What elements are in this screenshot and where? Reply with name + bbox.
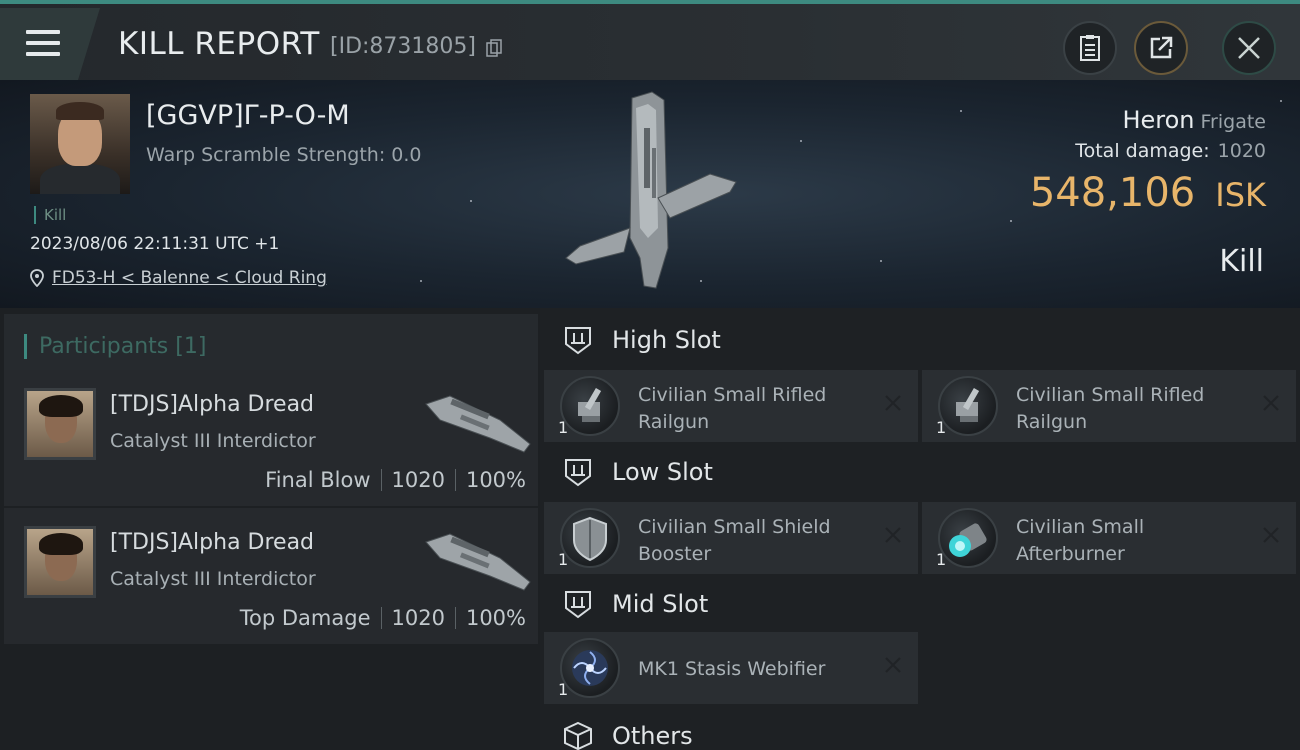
total-damage-value: 1020 bbox=[1217, 140, 1266, 162]
isk-unit: ISK bbox=[1215, 176, 1266, 214]
module-item[interactable]: 1 MK1 Stasis Webifier bbox=[544, 632, 918, 704]
participant-name[interactable]: [TDJS]Alpha Dread bbox=[110, 530, 314, 555]
others-header: Others bbox=[544, 706, 1300, 750]
slot-icon bbox=[565, 327, 591, 355]
warp-scramble-strength: Warp Scramble Strength: 0.0 bbox=[146, 144, 422, 166]
module-quantity: 1 bbox=[558, 550, 569, 569]
share-button[interactable] bbox=[1134, 21, 1188, 75]
participant-row[interactable]: [TDJS]Alpha Dread Catalyst III Interdict… bbox=[4, 508, 538, 644]
others-label: Others bbox=[612, 722, 693, 750]
railgun-icon bbox=[560, 376, 620, 436]
close-icon[interactable] bbox=[882, 392, 904, 414]
victim-ship-name[interactable]: Heron Frigate bbox=[1122, 106, 1266, 134]
kill-summary-panel: [GGVP]Γ-P-O-M Warp Scramble Strength: 0.… bbox=[0, 80, 1300, 308]
report-id: [ID:8731805] bbox=[330, 34, 476, 59]
participant-role: Top Damage bbox=[239, 606, 371, 630]
participant-ship: Catalyst III Interdictor bbox=[110, 430, 316, 452]
module-item[interactable]: 1 Civilian Small Rifled Railgun bbox=[922, 370, 1296, 442]
participants-header[interactable]: Participants [1] bbox=[4, 314, 538, 374]
participants-title: Participants [1] bbox=[24, 334, 206, 359]
module-name: Civilian Small Rifled Railgun bbox=[1016, 384, 1205, 433]
participant-avatar[interactable] bbox=[24, 526, 96, 598]
close-icon[interactable] bbox=[882, 524, 904, 546]
module-name: Civilian Small Afterburner bbox=[1016, 516, 1145, 565]
copy-icon[interactable] bbox=[486, 39, 502, 57]
railgun-icon bbox=[938, 376, 998, 436]
kill-timestamp: 2023/08/06 22:11:31 UTC +1 bbox=[30, 234, 280, 254]
participant-damage: 1020 bbox=[391, 606, 445, 630]
close-icon bbox=[1238, 37, 1260, 59]
participant-ship-image bbox=[425, 395, 531, 453]
module-item[interactable]: 1 Civilian Small Shield Booster bbox=[544, 502, 918, 574]
module-quantity: 1 bbox=[936, 550, 947, 569]
low-slot-header: Low Slot bbox=[544, 442, 1300, 502]
close-button[interactable] bbox=[1222, 21, 1276, 75]
module-quantity: 1 bbox=[558, 418, 569, 437]
clipboard-button[interactable] bbox=[1063, 21, 1117, 75]
kill-tag: Kill bbox=[34, 206, 66, 224]
participants-panel: Participants [1] [TDJS]Alpha Dread Catal… bbox=[0, 308, 540, 750]
participant-role: Final Blow bbox=[265, 468, 371, 492]
close-icon[interactable] bbox=[882, 654, 904, 676]
participant-ship-image bbox=[425, 533, 531, 591]
ship-name-text: Heron bbox=[1122, 106, 1195, 134]
module-name: Civilian Small Rifled Railgun bbox=[638, 384, 827, 433]
ship-class: Frigate bbox=[1200, 111, 1266, 133]
slot-icon bbox=[565, 459, 591, 487]
module-quantity: 1 bbox=[936, 418, 947, 437]
participant-stats: Top Damage 1020 100% bbox=[240, 606, 526, 630]
isk-amount: 548,106 bbox=[1029, 170, 1196, 216]
isk-value: 548,106 ISK bbox=[1030, 170, 1266, 216]
shield-icon bbox=[560, 508, 620, 568]
afterburner-icon bbox=[938, 508, 998, 568]
participant-row[interactable]: [TDJS]Alpha Dread Catalyst III Interdict… bbox=[4, 370, 538, 506]
fittings-panel: High Slot 1 Civilian Small Rifled Railgu… bbox=[540, 308, 1300, 750]
high-slot-label: High Slot bbox=[612, 326, 721, 354]
high-slot-header: High Slot bbox=[544, 310, 1300, 370]
total-damage: Total damage: 1020 bbox=[1075, 140, 1266, 162]
participant-percent: 100% bbox=[465, 468, 526, 492]
page-title: KILL REPORT bbox=[118, 26, 320, 62]
victim-portrait[interactable] bbox=[30, 94, 130, 194]
low-slot-label: Low Slot bbox=[612, 458, 713, 486]
victim-ship-image bbox=[565, 91, 737, 289]
slot-icon bbox=[565, 591, 591, 619]
menu-icon-bar bbox=[26, 52, 60, 56]
module-name: MK1 Stasis Webifier bbox=[638, 658, 826, 680]
mid-slot-header: Mid Slot bbox=[544, 574, 1300, 634]
cube-icon bbox=[564, 721, 592, 750]
menu-icon bbox=[26, 30, 60, 34]
module-quantity: 1 bbox=[558, 680, 569, 699]
participant-percent: 100% bbox=[465, 606, 526, 630]
menu-button[interactable] bbox=[0, 8, 100, 80]
participant-avatar[interactable] bbox=[24, 388, 96, 460]
close-icon[interactable] bbox=[1260, 524, 1282, 546]
participant-stats: Final Blow 1020 100% bbox=[265, 468, 526, 492]
module-name: Civilian Small Shield Booster bbox=[638, 516, 831, 565]
kill-result: Kill bbox=[1219, 244, 1264, 279]
close-icon[interactable] bbox=[1260, 392, 1282, 414]
total-damage-label: Total damage: bbox=[1075, 140, 1210, 162]
participant-ship: Catalyst III Interdictor bbox=[110, 568, 316, 590]
kill-location[interactable]: FD53-H < Balenne < Cloud Ring bbox=[30, 268, 327, 288]
top-bar: KILL REPORT [ID:8731805] bbox=[0, 0, 1300, 80]
mid-slot-label: Mid Slot bbox=[612, 590, 709, 618]
stasis-webifier-icon bbox=[560, 638, 620, 698]
location-link[interactable]: FD53-H < Balenne < Cloud Ring bbox=[52, 268, 327, 288]
participant-damage: 1020 bbox=[391, 468, 445, 492]
clipboard-icon bbox=[1080, 35, 1100, 61]
location-pin-icon bbox=[30, 269, 44, 287]
share-icon bbox=[1150, 36, 1173, 59]
participants-count: [1] bbox=[175, 334, 207, 359]
participant-name[interactable]: [TDJS]Alpha Dread bbox=[110, 392, 314, 417]
victim-name[interactable]: [GGVP]Γ-P-O-M bbox=[146, 100, 350, 131]
module-item[interactable]: 1 Civilian Small Rifled Railgun bbox=[544, 370, 918, 442]
participants-label: Participants bbox=[39, 334, 169, 359]
module-item[interactable]: 1 Civilian Small Afterburner bbox=[922, 502, 1296, 574]
menu-icon-bar bbox=[26, 41, 60, 45]
